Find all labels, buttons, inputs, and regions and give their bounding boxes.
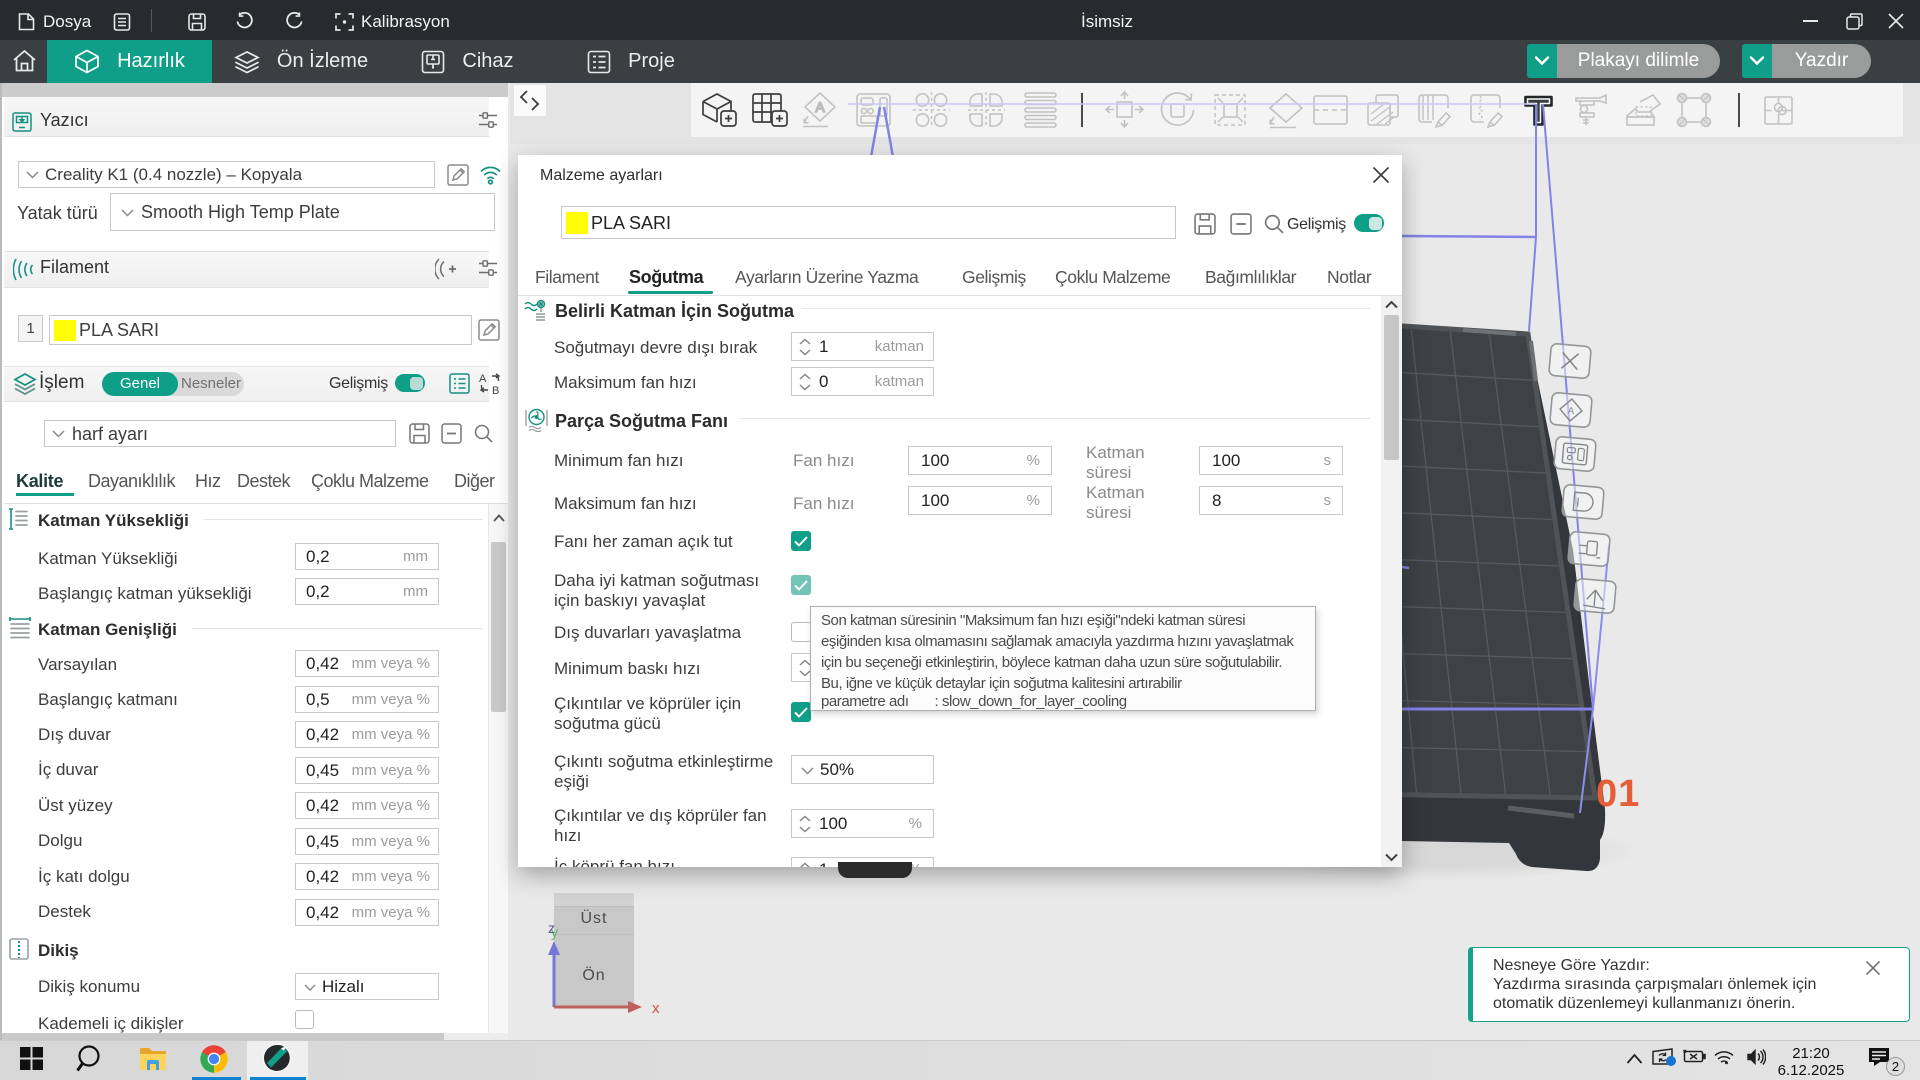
svg-text:A: A <box>1567 406 1575 418</box>
svg-text:B: B <box>492 385 499 395</box>
svg-text:A: A <box>479 373 487 385</box>
svg-text:z: z <box>548 920 555 936</box>
svg-text:x: x <box>652 1000 660 1017</box>
svg-text:01: 01 <box>1596 773 1640 815</box>
